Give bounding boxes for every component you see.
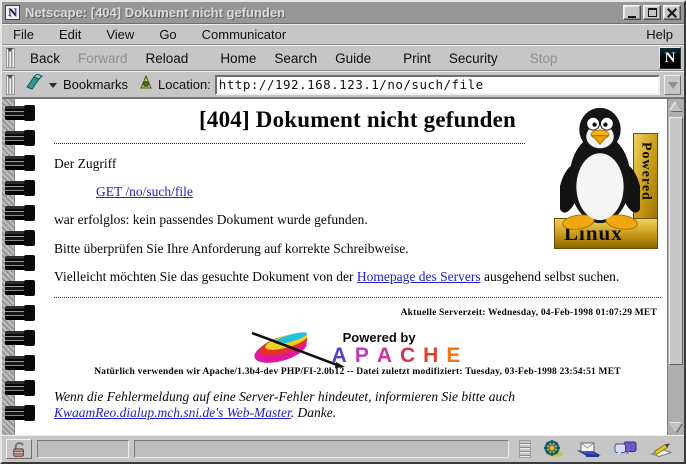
apache-wordmark: APACHE bbox=[329, 345, 466, 366]
scrollbar-thumb[interactable] bbox=[669, 117, 683, 365]
guide-button[interactable]: Guide bbox=[326, 49, 380, 68]
location-icon bbox=[138, 74, 154, 95]
location-label: Location: bbox=[158, 77, 211, 92]
suggestion-after: ausgehend selbst suchen. bbox=[481, 269, 620, 284]
spiral-binding-rings bbox=[5, 106, 39, 420]
home-button[interactable]: Home bbox=[211, 49, 265, 68]
minimize-button[interactable] bbox=[623, 5, 641, 20]
security-indicator-button[interactable] bbox=[6, 439, 32, 459]
menu-bar: File Edit View Go Communicator Help bbox=[2, 24, 684, 45]
reload-button[interactable]: Reload bbox=[137, 49, 198, 68]
maximize-icon bbox=[648, 8, 657, 17]
chevron-down-icon bbox=[668, 82, 678, 94]
menu-communicator[interactable]: Communicator bbox=[202, 27, 287, 42]
menu-view[interactable]: View bbox=[106, 27, 134, 42]
suggestion-before: Vielleicht möchten Sie das gesuchte Doku… bbox=[54, 269, 357, 284]
apache-letter: H bbox=[423, 344, 440, 367]
error-page: Powered Linux bbox=[2, 99, 667, 435]
apache-logo: Powered by APACHE bbox=[54, 322, 661, 366]
security-button[interactable]: Security bbox=[440, 49, 507, 68]
arrow-down-icon bbox=[670, 423, 682, 438]
server-info: Natürlich verwenden wir Apache/1.3b4-dev… bbox=[54, 367, 661, 377]
back-button[interactable]: Back bbox=[21, 49, 69, 68]
speech-bubbles-icon bbox=[614, 441, 637, 458]
composer-button[interactable] bbox=[647, 439, 675, 459]
minimize-icon bbox=[628, 16, 636, 18]
toolbar-collapse-grip[interactable] bbox=[6, 48, 15, 68]
print-button[interactable]: Print bbox=[394, 49, 440, 68]
scrollbar-track[interactable] bbox=[669, 116, 683, 418]
webmaster-link[interactable]: KwaamReo.dialup.mch.sni.de's Web-Master bbox=[54, 405, 291, 420]
netscape-logo[interactable]: N bbox=[659, 47, 681, 69]
netscape-window: N Netscape: [404] Dokument nicht gefunde… bbox=[0, 0, 686, 464]
window-title: Netscape: [404] Dokument nicht gefunden bbox=[25, 5, 618, 20]
title-bar[interactable]: N Netscape: [404] Dokument nicht gefunde… bbox=[2, 2, 684, 24]
navigation-toolbar: Back Forward Reload Home Search Guide Pr… bbox=[2, 45, 684, 71]
horizontal-rule-bottom bbox=[54, 297, 661, 298]
close-button[interactable] bbox=[663, 5, 681, 20]
vertical-scrollbar bbox=[667, 99, 684, 435]
footer-note: Wenn die Fehlermeldung auf eine Server-F… bbox=[54, 389, 661, 421]
progress-panel bbox=[37, 440, 129, 458]
tux-penguin-icon bbox=[560, 102, 640, 230]
pen-paper-icon bbox=[649, 441, 673, 458]
server-time: Aktuelle Serverzeit: Wednesday, 04-Feb-1… bbox=[54, 308, 657, 318]
bookmarks-icon bbox=[25, 74, 45, 95]
menu-edit[interactable]: Edit bbox=[59, 27, 81, 42]
menu-go[interactable]: Go bbox=[159, 27, 176, 42]
suggestion-text: Vielleicht möchten Sie das gesuchte Doku… bbox=[54, 269, 661, 285]
status-message-panel bbox=[134, 440, 509, 458]
url-input[interactable] bbox=[215, 75, 660, 95]
open-padlock-icon bbox=[11, 441, 28, 458]
bookmarks-button[interactable]: Bookmarks bbox=[63, 77, 128, 92]
ship-wheel-icon bbox=[542, 439, 564, 459]
navigator-button[interactable] bbox=[539, 439, 567, 459]
scroll-up-button[interactable] bbox=[668, 99, 684, 115]
linux-powered-logo: Powered Linux bbox=[554, 102, 658, 249]
envelope-tray-icon bbox=[577, 440, 601, 458]
menu-help[interactable]: Help bbox=[646, 27, 673, 42]
maximize-button[interactable] bbox=[643, 5, 661, 20]
netscape-window-icon: N bbox=[5, 5, 20, 20]
browser-content: Powered Linux bbox=[2, 98, 684, 435]
scroll-down-button[interactable] bbox=[668, 419, 684, 435]
stop-button[interactable]: Stop bbox=[521, 49, 567, 68]
apache-feather-icon bbox=[250, 326, 345, 370]
close-icon bbox=[667, 8, 677, 18]
arrow-up-icon bbox=[670, 96, 682, 111]
homepage-link[interactable]: Homepage des Servers bbox=[357, 269, 481, 284]
apache-letter: C bbox=[400, 344, 417, 367]
forward-button[interactable]: Forward bbox=[69, 49, 137, 68]
locationbar-collapse-grip[interactable] bbox=[6, 75, 15, 95]
footer-after: . Danke. bbox=[291, 405, 336, 420]
menu-file[interactable]: File bbox=[13, 27, 34, 42]
component-bar-grip[interactable] bbox=[519, 440, 531, 458]
bookmarks-dropdown-icon bbox=[49, 83, 57, 92]
search-button[interactable]: Search bbox=[265, 49, 326, 68]
location-bar: Bookmarks Location: bbox=[2, 71, 684, 98]
apache-letter: E bbox=[446, 344, 462, 367]
mailbox-button[interactable] bbox=[575, 439, 603, 459]
request-link[interactable]: GET /no/such/file bbox=[96, 184, 193, 199]
apache-letter: A bbox=[377, 344, 394, 367]
footer-before: Wenn die Fehlermeldung auf eine Server-F… bbox=[54, 389, 515, 404]
discussions-button[interactable] bbox=[611, 439, 639, 459]
horizontal-rule-top bbox=[54, 143, 525, 144]
apache-letter: P bbox=[355, 344, 371, 367]
apache-powered-by: Powered by bbox=[343, 330, 416, 345]
status-bar bbox=[2, 435, 684, 462]
component-bar bbox=[514, 438, 680, 460]
url-history-dropdown[interactable] bbox=[664, 75, 681, 95]
